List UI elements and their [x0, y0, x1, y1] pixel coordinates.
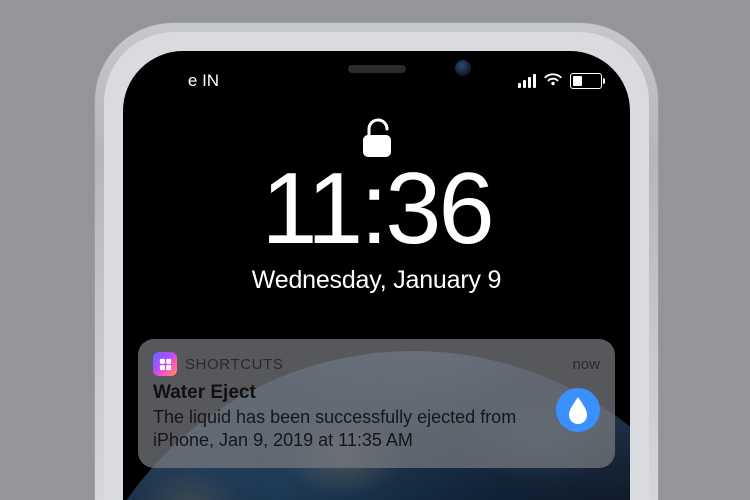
front-camera	[455, 60, 471, 76]
cellular-signal-icon	[518, 74, 536, 88]
battery-level	[573, 76, 582, 86]
notification-card[interactable]: SHORTCUTS now Water Eject The liquid has…	[138, 339, 615, 468]
notch	[247, 51, 507, 91]
screen: e IN	[123, 51, 630, 500]
time-label: 11:36	[123, 159, 630, 260]
notification-message: The liquid has been successfully ejected…	[153, 406, 544, 453]
carrier-label: e IN	[188, 71, 219, 91]
canvas: e IN	[0, 0, 750, 500]
notification-app-name: SHORTCUTS	[185, 356, 283, 373]
lockscreen-clock: 11:36 Wednesday, January 9	[123, 159, 630, 295]
notification-time: now	[572, 356, 600, 373]
water-drop-icon	[556, 388, 600, 432]
shortcuts-app-icon	[153, 352, 177, 376]
notification-body: Water Eject The liquid has been successf…	[153, 382, 600, 453]
phone-bezel: e IN	[104, 32, 649, 500]
phone-frame: e IN	[95, 23, 658, 500]
wifi-icon	[543, 71, 563, 91]
date-label: Wednesday, January 9	[123, 266, 630, 295]
notification-text: Water Eject The liquid has been successf…	[153, 382, 544, 453]
speaker-grille	[348, 65, 406, 73]
battery-icon	[570, 73, 602, 89]
notification-header: SHORTCUTS now	[153, 352, 600, 376]
notification-title: Water Eject	[153, 382, 544, 404]
status-left: e IN	[151, 61, 256, 101]
